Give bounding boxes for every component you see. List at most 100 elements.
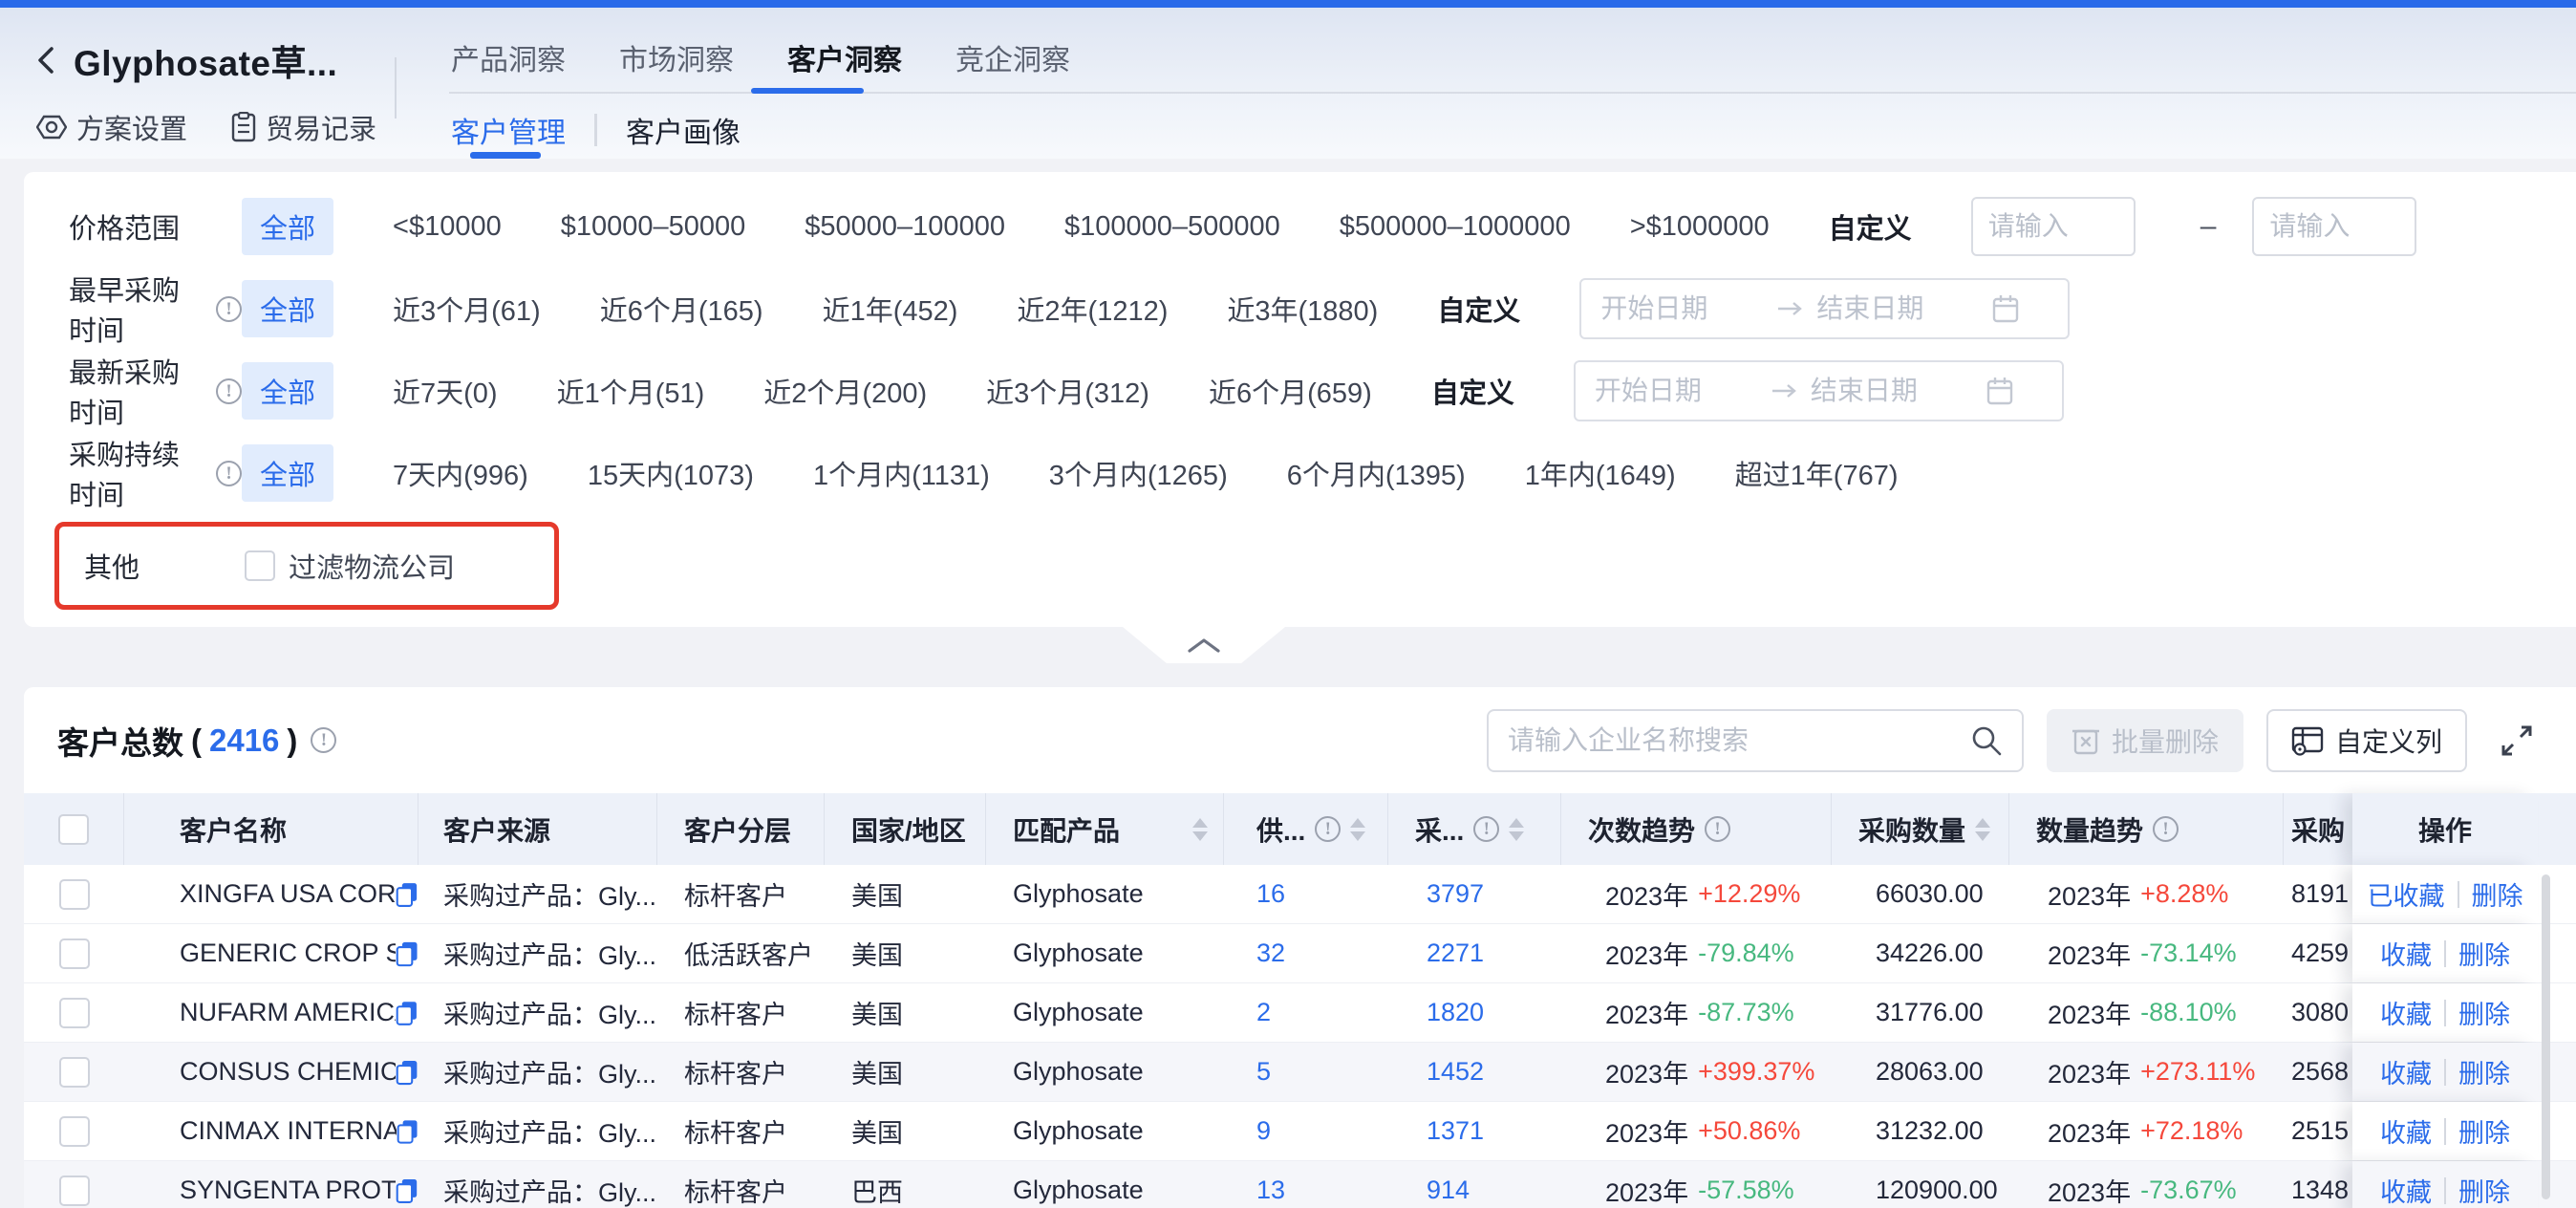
earliest-option[interactable]: 近3年(1880) <box>1227 289 1378 329</box>
favorite-link[interactable]: 收藏 <box>2380 994 2432 1031</box>
copy-icon[interactable] <box>396 1057 419 1088</box>
filter-logistics-checkbox[interactable] <box>245 550 275 581</box>
earliest-end-date-input[interactable] <box>1816 293 1979 324</box>
tab-competitor-insight[interactable]: 竞企洞察 <box>955 36 1070 78</box>
table-scrollbar[interactable] <box>2542 874 2550 1199</box>
copy-icon[interactable] <box>396 938 419 969</box>
duration-option[interactable]: 15天内(1073) <box>588 453 754 493</box>
duration-option[interactable]: 1年内(1649) <box>1525 453 1676 493</box>
row-checkbox[interactable] <box>59 1057 90 1088</box>
duration-option[interactable]: 1个月内(1131) <box>813 453 990 493</box>
delete-link[interactable]: 删除 <box>2458 1112 2510 1150</box>
latest-all-chip[interactable]: 全部 <box>242 362 333 420</box>
sort-control[interactable] <box>1509 818 1524 841</box>
info-icon[interactable]: ! <box>311 727 336 753</box>
sort-control[interactable] <box>1350 818 1365 841</box>
info-icon[interactable]: ! <box>1705 816 1730 842</box>
company-search-box[interactable] <box>1487 709 2024 772</box>
tab-market-insight[interactable]: 市场洞察 <box>619 36 734 78</box>
supplier-count-link[interactable]: 2 <box>1256 998 1271 1027</box>
price-option[interactable]: $10000–50000 <box>561 211 746 243</box>
filter-collapse-toggle[interactable] <box>1123 627 1285 663</box>
latest-option[interactable]: 近2个月(200) <box>763 371 927 411</box>
purchase-count-link[interactable]: 1820 <box>1427 998 1484 1027</box>
earliest-option[interactable]: 近1年(452) <box>823 289 958 329</box>
filter-logistics-checkbox-label[interactable]: 过滤物流公司 <box>289 546 455 586</box>
copy-icon[interactable] <box>397 1116 419 1147</box>
back-button[interactable] <box>33 44 58 76</box>
info-icon[interactable]: ! <box>216 378 242 404</box>
latest-option[interactable]: 近6个月(659) <box>1209 371 1372 411</box>
favorite-link[interactable]: 收藏 <box>2380 1053 2432 1090</box>
trade-records-button[interactable]: 贸易记录 <box>231 107 376 147</box>
copy-icon[interactable] <box>396 879 419 910</box>
sort-control[interactable] <box>1975 818 1990 841</box>
price-min-input[interactable] <box>1971 197 2136 256</box>
price-option[interactable]: $100000–500000 <box>1064 211 1280 243</box>
earliest-custom-label[interactable]: 自定义 <box>1437 289 1520 329</box>
delete-link[interactable]: 删除 <box>2458 1053 2510 1090</box>
earliest-option[interactable]: 近3个月(61) <box>393 289 541 329</box>
batch-delete-button[interactable]: 批量删除 <box>2047 709 2243 772</box>
price-option[interactable]: <$10000 <box>393 211 502 243</box>
scheme-settings-button[interactable]: 方案设置 <box>36 107 187 147</box>
delete-link[interactable]: 删除 <box>2458 1172 2510 1208</box>
tab-customer-insight[interactable]: 客户洞察 <box>787 36 902 78</box>
fullscreen-button[interactable] <box>2496 720 2538 762</box>
price-option[interactable]: $50000–100000 <box>805 211 1005 243</box>
earliest-option[interactable]: 近2年(1212) <box>1017 289 1168 329</box>
latest-option[interactable]: 近1个月(51) <box>557 371 705 411</box>
copy-icon[interactable] <box>396 1176 419 1206</box>
row-checkbox[interactable] <box>59 938 90 969</box>
delete-link[interactable]: 删除 <box>2458 935 2510 972</box>
duration-option[interactable]: 3个月内(1265) <box>1049 453 1228 493</box>
earliest-option[interactable]: 近6个月(165) <box>600 289 763 329</box>
row-checkbox[interactable] <box>59 1176 90 1206</box>
row-checkbox[interactable] <box>59 879 90 910</box>
price-option[interactable]: >$1000000 <box>1630 211 1770 243</box>
duration-option[interactable]: 6个月内(1395) <box>1287 453 1466 493</box>
earliest-all-chip[interactable]: 全部 <box>242 280 333 337</box>
latest-option[interactable]: 近7天(0) <box>393 371 498 411</box>
supplier-count-link[interactable]: 13 <box>1256 1176 1285 1205</box>
info-icon[interactable]: ! <box>216 296 242 322</box>
purchase-count-link[interactable]: 914 <box>1427 1176 1470 1205</box>
favorite-link[interactable]: 已收藏 <box>2368 875 2445 913</box>
customize-columns-button[interactable]: 自定义列 <box>2266 709 2467 772</box>
row-checkbox[interactable] <box>59 1116 90 1147</box>
supplier-count-link[interactable]: 5 <box>1256 1057 1271 1087</box>
customer-name[interactable]: SYNGENTA PROTEC <box>180 1176 396 1205</box>
supplier-count-link[interactable]: 32 <box>1256 938 1285 968</box>
customer-name[interactable]: CINMAX INTERNATIO <box>180 1116 397 1146</box>
earliest-start-date-input[interactable] <box>1600 293 1763 324</box>
duration-option[interactable]: 7天内(996) <box>393 453 528 493</box>
favorite-link[interactable]: 收藏 <box>2380 1112 2432 1150</box>
duration-all-chip[interactable]: 全部 <box>242 444 333 502</box>
price-option[interactable]: $500000–1000000 <box>1340 211 1571 243</box>
info-icon[interactable]: ! <box>2153 816 2179 842</box>
tab-product-insight[interactable]: 产品洞察 <box>451 36 566 78</box>
latest-start-date-input[interactable] <box>1595 376 1757 406</box>
info-icon[interactable]: ! <box>1315 816 1341 842</box>
price-custom-label[interactable]: 自定义 <box>1829 206 1912 247</box>
copy-icon[interactable] <box>396 998 419 1028</box>
info-icon[interactable]: ! <box>1473 816 1499 842</box>
customer-name[interactable]: GENERIC CROP SCI <box>180 938 396 968</box>
favorite-link[interactable]: 收藏 <box>2380 1172 2432 1208</box>
info-icon[interactable]: ! <box>216 461 242 486</box>
supplier-count-link[interactable]: 16 <box>1256 879 1285 909</box>
subtab-customer-profile[interactable]: 客户画像 <box>626 109 741 151</box>
purchase-count-link[interactable]: 3797 <box>1427 879 1484 909</box>
select-all-checkbox[interactable] <box>58 814 89 845</box>
favorite-link[interactable]: 收藏 <box>2380 935 2432 972</box>
company-search-input[interactable] <box>1508 725 1970 756</box>
sort-control[interactable] <box>1192 818 1208 841</box>
latest-end-date-input[interactable] <box>1811 376 1973 406</box>
earliest-date-range-picker[interactable] <box>1579 278 2070 339</box>
latest-custom-label[interactable]: 自定义 <box>1431 371 1514 411</box>
customer-name[interactable]: CONSUS CHEMICAL <box>180 1057 396 1087</box>
customer-name[interactable]: NUFARM AMERICAS, <box>180 998 396 1027</box>
duration-option[interactable]: 超过1年(767) <box>1735 453 1899 493</box>
purchase-count-link[interactable]: 1371 <box>1427 1116 1484 1146</box>
subtab-customer-management[interactable]: 客户管理 <box>451 109 566 151</box>
